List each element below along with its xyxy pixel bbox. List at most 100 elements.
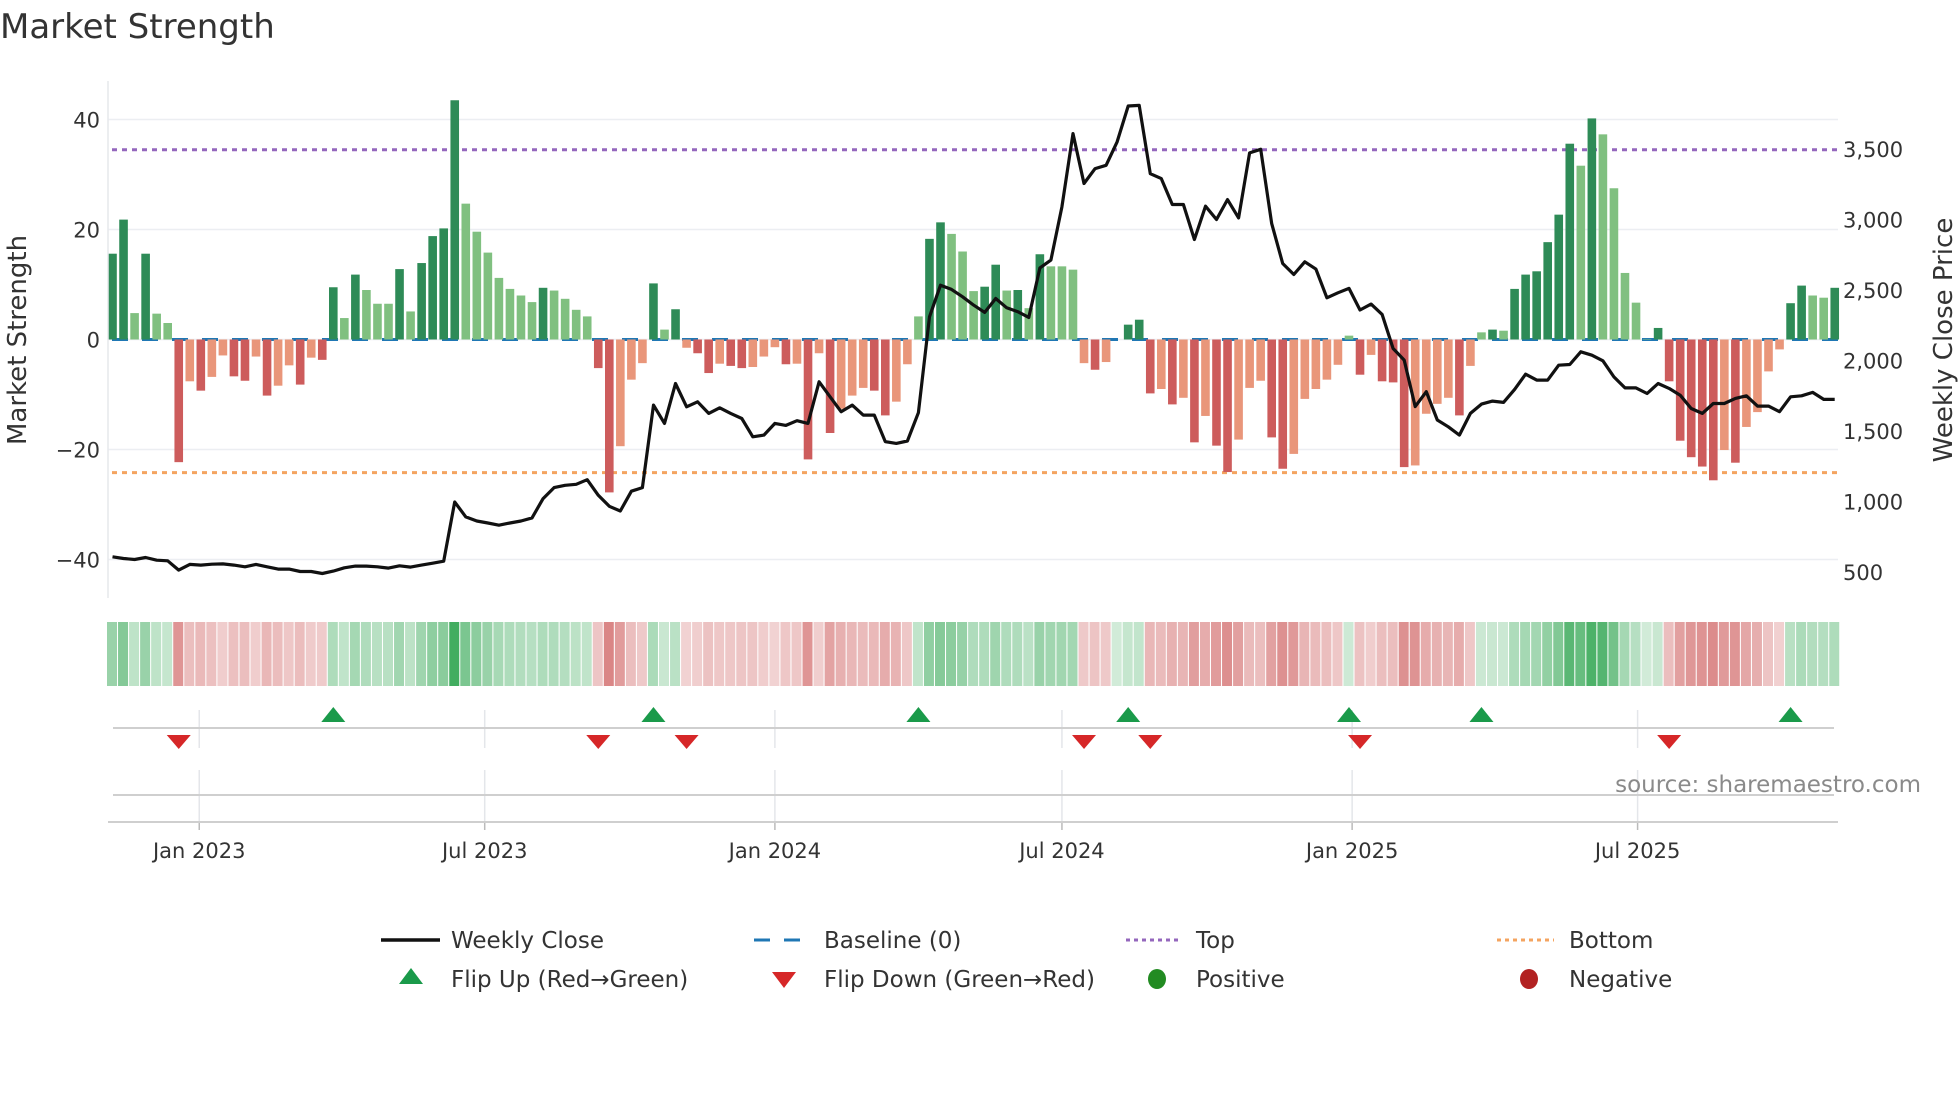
x-tick-label: Jan 2024 [727,839,822,863]
flip-up-marker [321,707,346,722]
left-tick-label: 40 [73,109,100,133]
strength-bar [1686,339,1696,458]
heatmap-cell [1630,622,1641,686]
heatmap-cell [681,622,692,686]
heatmap-cell [1453,622,1464,686]
heatmap-cell [1564,622,1575,686]
strength-bar [1267,339,1276,438]
heatmap-cell [758,622,769,686]
heatmap-cell [1818,622,1829,686]
heatmap-cell [1420,622,1431,686]
heatmap-cell [504,622,515,686]
heatmap-cell [1509,622,1520,686]
heatmap-cell [1299,622,1310,686]
right-axis-title: Weekly Close Price [1929,218,1959,463]
strength-bar [759,339,769,357]
heatmap-cell [283,622,294,686]
heatmap-cell [107,622,117,686]
strength-bar [715,339,724,364]
strength-bar [1808,295,1817,340]
flip-down-marker [674,735,699,749]
strength-bar [317,339,327,360]
heatmap-cell [206,622,217,686]
strength-bar [1543,242,1552,340]
heatmap-cell [151,622,162,686]
strength-bar [1565,143,1575,340]
heatmap-cell [1498,622,1509,686]
heatmap-cell [1531,622,1542,686]
flip-down-marker [1138,735,1163,749]
strength-bar [1322,339,1332,380]
heatmap-cell [1796,622,1807,686]
strength-bar [406,311,415,340]
strength-bar [1664,339,1674,382]
strength-bar [1764,339,1773,372]
strength-bar [428,236,437,340]
strength-bar [1201,339,1210,416]
strength-bar [836,339,846,409]
heatmap-cell [901,622,912,686]
strength-bar [196,339,206,391]
legend-flip-down-icon [772,972,796,988]
x-tick-label: Jan 2025 [1304,839,1399,863]
strength-heatmap-strip [107,622,1840,686]
heatmap-cell [1751,622,1762,686]
strength-bar [527,302,537,340]
heatmap-cell [1255,622,1266,686]
strength-bar [284,339,294,366]
heatmap-cell [614,622,625,686]
heatmap-cell [636,622,647,686]
strength-bar [892,339,901,402]
heatmap-cell [526,622,537,686]
flip-up-marker [641,707,666,722]
strength-bar [748,339,758,367]
heatmap-cell [250,622,261,686]
heatmap-cell [173,622,184,686]
strength-bar [1477,332,1486,340]
strength-bar [858,339,868,388]
heatmap-cell [1674,622,1685,686]
strength-bar [1532,271,1541,340]
heatmap-cell [449,622,460,686]
heatmap-cell [1464,622,1475,686]
heatmap-cell [1807,622,1818,686]
heatmap-cell [912,622,923,686]
heatmap-cell [1089,622,1100,686]
strength-bar [295,339,305,385]
strength-bar [218,339,228,356]
heatmap-cell [1056,622,1067,686]
strength-bar [417,263,426,340]
legend-positive-label: Positive [1196,967,1285,993]
strength-bar [516,295,526,340]
strength-bar [362,290,371,340]
strength-bar [119,219,128,340]
heatmap-cell [780,622,791,686]
heatmap-cell [1376,622,1387,686]
strength-bar [1576,165,1586,340]
heatmap-cell [1398,622,1409,686]
heatmap-cell [1542,622,1553,686]
strength-bar [1101,339,1111,363]
heatmap-cell [1729,622,1740,686]
heatmap-cell [957,622,968,686]
heatmap-cell [1387,622,1398,686]
strength-bar [847,339,857,396]
heatmap-cell [1707,622,1718,686]
heatmap-cell [1199,622,1210,686]
heatmap-cell [968,622,979,686]
heatmap-cell [1718,622,1729,686]
legend-negative-label: Negative [1569,967,1672,993]
heatmap-cell [1111,622,1122,686]
strength-bar [251,339,261,357]
strength-bar [1499,330,1508,340]
heatmap-cell [647,622,658,686]
strength-bar [1068,269,1078,340]
heatmap-cell [1177,622,1188,686]
heatmap-cell [813,622,824,686]
right-tick-label: 1,000 [1843,491,1903,515]
legend-top-label: Top [1195,928,1235,954]
heatmap-cell [769,622,780,686]
strength-bar [903,339,912,365]
legend: Weekly Close Baseline (0) Top Bottom Fli… [381,928,1672,993]
heatmap-cell [1553,622,1564,686]
